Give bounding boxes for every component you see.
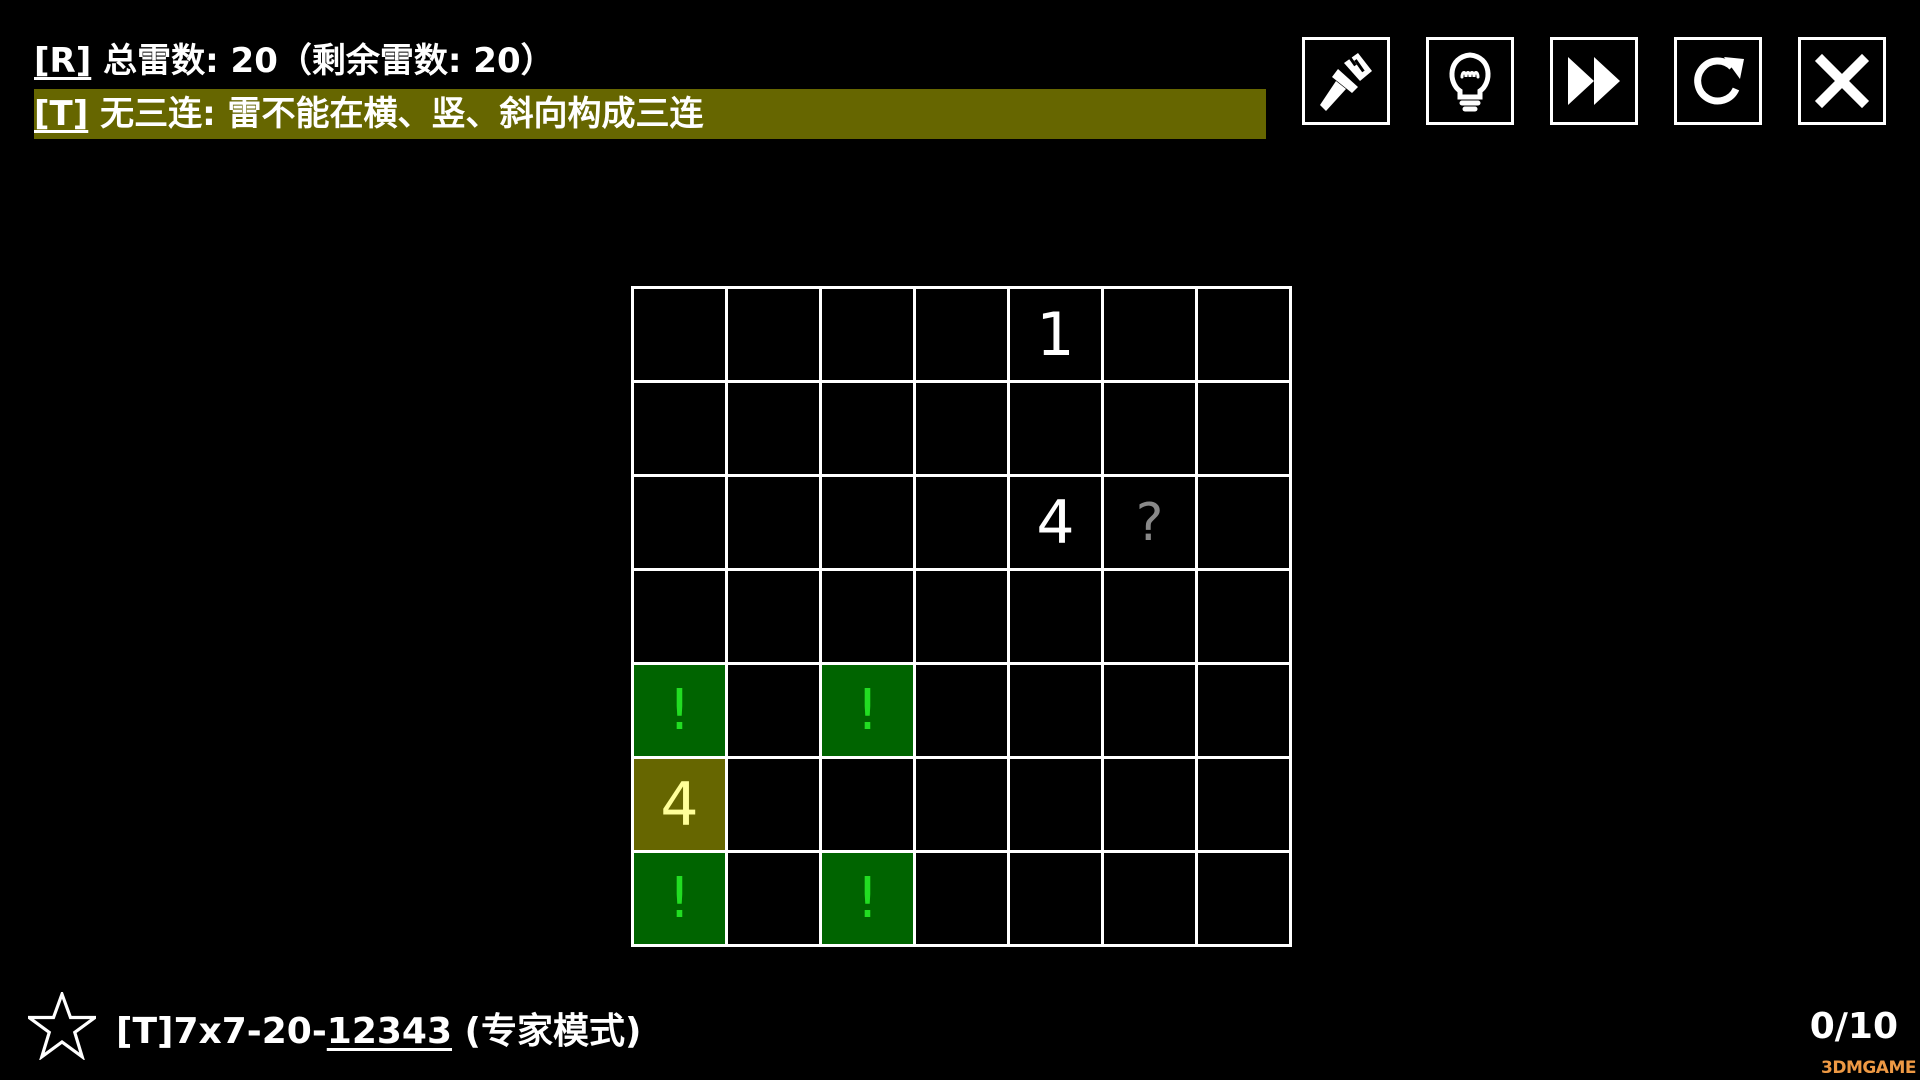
board-cell-3-5[interactable] (1104, 571, 1198, 665)
board-cell-4-6[interactable] (1198, 665, 1292, 759)
board-cell-5-5[interactable] (1104, 759, 1198, 853)
fast-forward-icon (1568, 57, 1620, 105)
game-board: 1 4?!! 4!! (631, 286, 1292, 947)
rule-no-three-text: 无三连: 雷不能在横、竖、斜向构成三连 (88, 94, 704, 134)
progress-counter: 0/10 (1809, 1006, 1898, 1047)
board-cell-2-1[interactable] (728, 477, 822, 571)
level-id: 12343 (326, 1011, 453, 1052)
board-cell-1-3[interactable] (916, 383, 1010, 477)
rule-no-three-in-row: [T] 无三连: 雷不能在横、竖、斜向构成三连 (34, 89, 1266, 139)
board-cell-3-1[interactable] (728, 571, 822, 665)
board-cell-1-1[interactable] (728, 383, 822, 477)
board-cell-3-3[interactable] (916, 571, 1010, 665)
board-cell-1-4[interactable] (1010, 383, 1104, 477)
board-cell-2-0[interactable] (634, 477, 728, 571)
lightbulb-icon (1449, 52, 1491, 112)
board-cell-5-1[interactable] (728, 759, 822, 853)
board-cell-4-1[interactable] (728, 665, 822, 759)
board-cell-4-5[interactable] (1104, 665, 1198, 759)
board-cell-6-3[interactable] (916, 853, 1010, 947)
toolbar (1302, 37, 1886, 125)
restart-button[interactable] (1674, 37, 1762, 125)
board-cell-0-5[interactable] (1104, 289, 1198, 383)
board-cell-4-4[interactable] (1010, 665, 1104, 759)
board-cell-6-5[interactable] (1104, 853, 1198, 947)
board-cell-3-4[interactable] (1010, 571, 1104, 665)
board-cell-0-3[interactable] (916, 289, 1010, 383)
level-label: [T]7x7-20-12343 (专家模式) (116, 1002, 641, 1054)
board-cell-6-4[interactable] (1010, 853, 1104, 947)
board-cell-5-4[interactable] (1010, 759, 1104, 853)
rule-total-mines-text: 总雷数: 20（剩余雷数: 20） (91, 41, 555, 81)
board-cell-6-6[interactable] (1198, 853, 1292, 947)
board-cell-2-6[interactable] (1198, 477, 1292, 571)
board-cell-3-6[interactable] (1198, 571, 1292, 665)
board-cell-5-6[interactable] (1198, 759, 1292, 853)
board-cell-4-2[interactable]: ! (822, 665, 916, 759)
board-cell-6-2[interactable]: ! (822, 853, 916, 947)
rule-total-mines: [R] 总雷数: 20（剩余雷数: 20） (34, 36, 555, 86)
board-cell-5-0[interactable]: 4 (634, 759, 728, 853)
board-cell-5-3[interactable] (916, 759, 1010, 853)
level-mode: (专家模式) (452, 1011, 642, 1052)
board-cell-0-1[interactable] (728, 289, 822, 383)
close-button[interactable] (1798, 37, 1886, 125)
board-cell-1-6[interactable] (1198, 383, 1292, 477)
watermark-logo: 3DMGAME (1821, 1058, 1917, 1078)
board-cell-3-0[interactable] (634, 571, 728, 665)
board-cell-2-3[interactable] (916, 477, 1010, 571)
board-cell-3-2[interactable] (822, 571, 916, 665)
board-cell-4-3[interactable] (916, 665, 1010, 759)
board-cell-0-6[interactable] (1198, 289, 1292, 383)
board-cell-2-2[interactable] (822, 477, 916, 571)
level-info: [T]7x7-20-12343 (专家模式) (24, 989, 641, 1064)
board-cell-6-1[interactable] (728, 853, 822, 947)
skip-button[interactable] (1550, 37, 1638, 125)
rule-key-t: [T] (34, 94, 89, 134)
star-icon[interactable] (24, 989, 100, 1064)
board-cell-1-5[interactable] (1104, 383, 1198, 477)
board-cell-4-0[interactable]: ! (634, 665, 728, 759)
brush-icon (1320, 53, 1372, 111)
board-cell-0-2[interactable] (822, 289, 916, 383)
board-cell-6-0[interactable]: ! (634, 853, 728, 947)
board-cell-0-4[interactable]: 1 (1010, 289, 1104, 383)
board-cell-5-2[interactable] (822, 759, 916, 853)
level-prefix: [T]7x7-20- (116, 1011, 327, 1052)
board-cell-1-0[interactable] (634, 383, 728, 477)
close-icon (1814, 53, 1870, 109)
restart-icon (1694, 57, 1744, 105)
board-cell-1-2[interactable] (822, 383, 916, 477)
board-cell-0-0[interactable] (634, 289, 728, 383)
hint-button[interactable] (1426, 37, 1514, 125)
board-cell-2-5[interactable]: ? (1104, 477, 1198, 571)
paint-button[interactable] (1302, 37, 1390, 125)
rule-key-r: [R] (34, 41, 92, 81)
board-cell-2-4[interactable]: 4 (1010, 477, 1104, 571)
